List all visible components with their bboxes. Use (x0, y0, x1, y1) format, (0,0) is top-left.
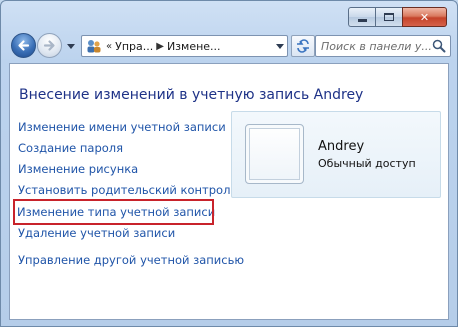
address-dropdown-button[interactable] (273, 36, 287, 56)
maximize-icon (384, 13, 394, 21)
search-icon[interactable] (432, 39, 446, 53)
link-delete-account[interactable]: Удаление учетной записи (18, 223, 244, 244)
account-card: Andrey Обычный доступ (231, 111, 441, 198)
refresh-button[interactable] (291, 35, 315, 57)
search-input[interactable] (321, 39, 431, 53)
link-change-account-type[interactable]: Изменение типа учетной записи (13, 199, 215, 225)
task-links: Изменение имени учетной записи Создание … (13, 117, 244, 271)
chevron-down-icon (67, 43, 75, 49)
page-title: Внесение изменений в учетную запись Andr… (19, 87, 364, 103)
back-arrow-icon (18, 40, 30, 51)
recent-pages-dropdown[interactable] (65, 39, 77, 53)
navigation-toolbar: « Упра... ▶ Измене... (9, 33, 451, 59)
minimize-button[interactable] (348, 7, 375, 27)
account-name: Andrey (318, 139, 365, 154)
caption-buttons: ✕ (348, 7, 447, 27)
back-button[interactable] (11, 33, 36, 58)
refresh-icon (297, 39, 309, 53)
minimize-icon (357, 18, 367, 22)
forward-button[interactable] (37, 33, 62, 58)
forward-arrow-icon (43, 40, 55, 51)
link-manage-another-account[interactable]: Управление другой учетной записью (18, 250, 244, 271)
avatar (245, 124, 304, 184)
account-type: Обычный доступ (318, 157, 416, 170)
breadcrumb-item-current[interactable]: Измене... (167, 40, 221, 53)
breadcrumb-item-control-panel[interactable]: Упра... (115, 40, 153, 53)
search-box[interactable] (315, 35, 451, 57)
breadcrumb-overflow[interactable]: « (106, 41, 112, 52)
link-change-account-name[interactable]: Изменение имени учетной записи (18, 117, 244, 138)
close-icon: ✕ (419, 10, 430, 24)
content-pane: Внесение изменений в учетную запись Andr… (9, 63, 449, 320)
link-parental-controls[interactable]: Установить родительский контроль (18, 180, 244, 201)
link-create-password[interactable]: Создание пароля (18, 138, 244, 159)
link-change-picture[interactable]: Изменение рисунка (18, 159, 244, 180)
chevron-down-icon (276, 43, 284, 49)
window: ✕ « Упра... ▶ Измене... Поиск в панели у… (0, 0, 458, 327)
close-button[interactable]: ✕ (402, 7, 447, 27)
control-panel-users-icon (85, 37, 103, 55)
breadcrumb-separator-icon[interactable]: ▶ (156, 41, 164, 52)
address-bar[interactable]: « Упра... ▶ Измене... (81, 35, 288, 57)
maximize-button[interactable] (375, 7, 402, 27)
